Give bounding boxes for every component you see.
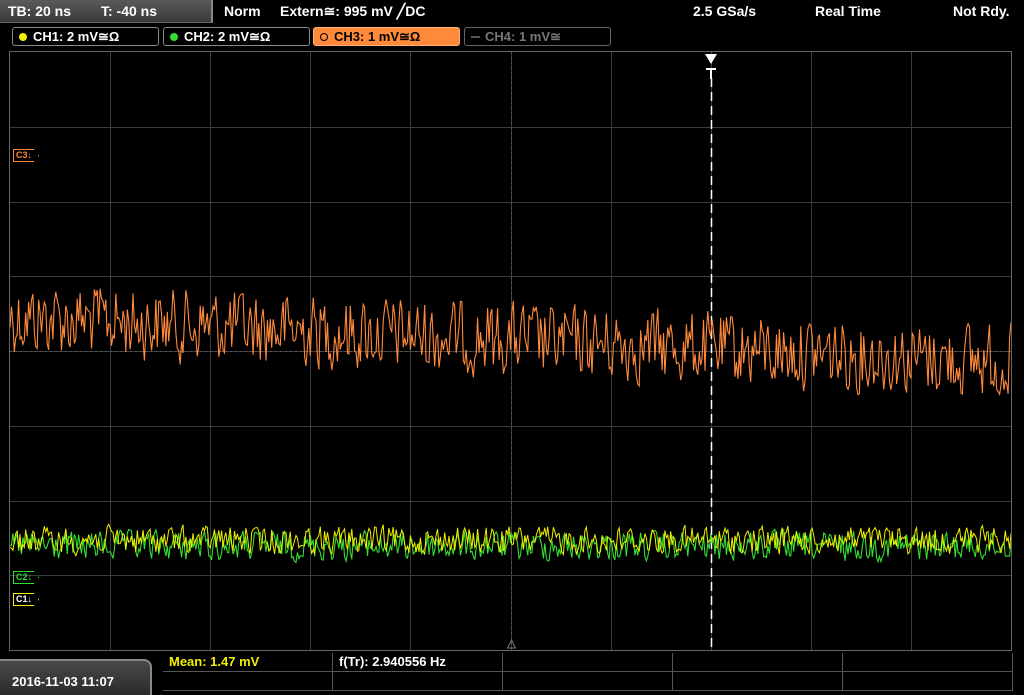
channel-1-button[interactable]: CH1: 2 mV≅Ω — [12, 27, 159, 46]
measurement-slot-7[interactable] — [333, 672, 503, 691]
frequency-measurement[interactable]: f(Tr): 2.940556 Hz — [333, 653, 503, 672]
top-status-bar: TB: 20 ns T: -40 ns Norm Extern≅: 995 mV… — [0, 0, 1024, 24]
measurement-slot-10[interactable] — [843, 672, 1013, 691]
trigger-position-marker[interactable] — [703, 52, 719, 80]
channel-3-dot-icon — [320, 33, 328, 41]
channel-1-dot-icon — [19, 33, 27, 41]
datetime-box: 2016-11-03 11:07 — [0, 659, 152, 695]
channel-3-offset-marker[interactable]: C3↓ — [13, 149, 40, 162]
measurement-slot-6[interactable] — [163, 672, 333, 691]
timebase-box[interactable]: TB: 20 ns T: -40 ns — [0, 0, 213, 23]
acquisition-status: Not Rdy. — [953, 3, 1010, 19]
measurement-slot-5[interactable] — [843, 653, 1013, 672]
bottom-bar: 2016-11-03 11:07 Mean: 1.47 mV f(Tr): 2.… — [0, 653, 1024, 695]
channel-3-button[interactable]: CH3: 1 mV≅Ω — [313, 27, 460, 46]
measurement-slot-8[interactable] — [503, 672, 673, 691]
measurement-table: Mean: 1.47 mV f(Tr): 2.940556 Hz — [163, 653, 1013, 693]
channel-bar: CH1: 2 mV≅Ω CH2: 2 mV≅Ω CH3: 1 mV≅Ω CH4:… — [0, 24, 1024, 48]
trigger-mode[interactable]: Norm — [224, 3, 261, 19]
trigger-source[interactable]: Extern≅: 995 mV ╱DC — [280, 3, 425, 20]
channel-2-offset-marker[interactable]: C2↓ — [13, 571, 40, 584]
channel-4-label: CH4: 1 mV≅ — [485, 29, 561, 44]
channel-4-button[interactable]: CH4: 1 mV≅ — [464, 27, 611, 46]
sample-rate: 2.5 GSa/s — [693, 3, 757, 19]
trigger-offset-label: T: -40 ns — [101, 3, 158, 19]
channel-1-offset-marker[interactable]: C1↓ — [13, 593, 40, 606]
acquisition-mode: Real Time — [815, 3, 881, 19]
datetime-label: 2016-11-03 11:07 — [12, 674, 114, 689]
waveform-display[interactable]: C3↓ C2↓ C1↓ — [9, 51, 1012, 651]
channel-2-button[interactable]: CH2: 2 mV≅Ω — [163, 27, 310, 46]
channel-2-label: CH2: 2 mV≅Ω — [184, 29, 271, 44]
measurement-slot-3[interactable] — [503, 653, 673, 672]
measurement-slot-4[interactable] — [673, 653, 843, 672]
channel-3-label: CH3: 1 mV≅Ω — [334, 29, 421, 44]
channel-4-off-icon — [471, 36, 480, 38]
channel-1-label: CH1: 2 mV≅Ω — [33, 29, 120, 44]
channel-3-trace — [10, 288, 1011, 397]
waveform-grid — [10, 52, 1011, 650]
mean-measurement[interactable]: Mean: 1.47 mV — [163, 653, 333, 672]
trigger-arrow-icon — [705, 54, 717, 79]
channel-2-dot-icon — [170, 33, 178, 41]
timebase-label: TB: 20 ns — [8, 3, 72, 19]
measurement-slot-9[interactable] — [673, 672, 843, 691]
